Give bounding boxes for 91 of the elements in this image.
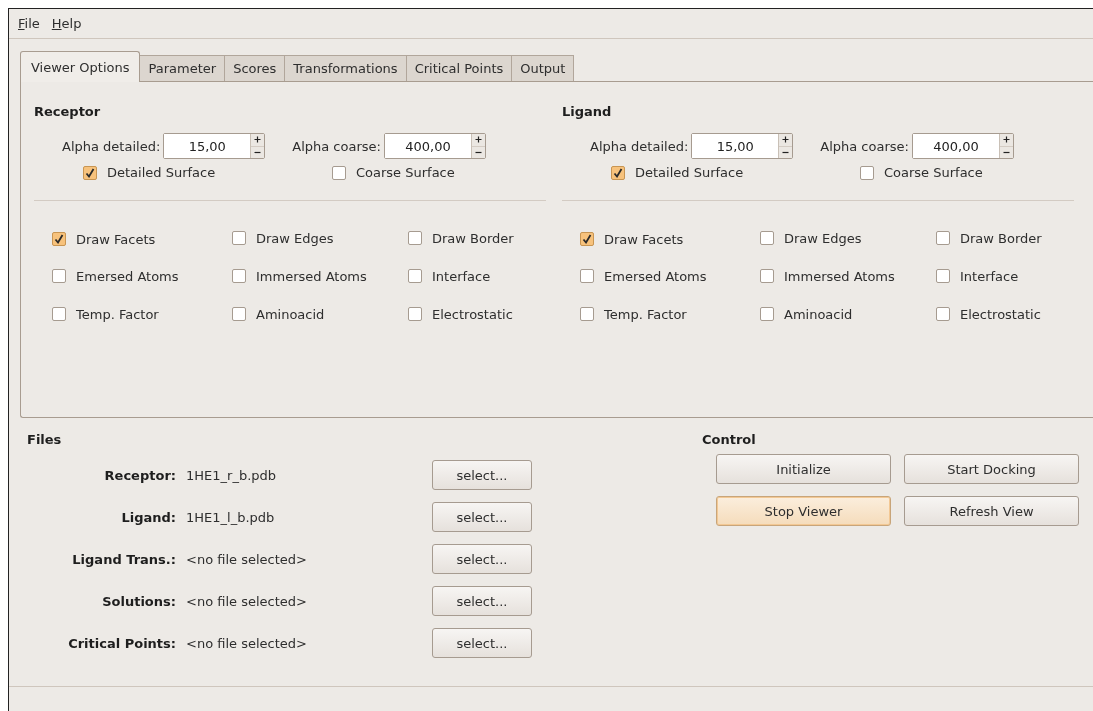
select-button[interactable]: select... [432, 460, 532, 490]
checkbox[interactable]: Electrostatic [936, 306, 1041, 322]
section-heading: Ligand [562, 104, 613, 119]
section-heading: Receptor [34, 104, 102, 119]
checkbox-indicator[interactable] [580, 307, 594, 322]
field-label: Receptor: [103, 467, 176, 483]
checkbox[interactable]: Draw Edges [760, 230, 862, 246]
checkbox[interactable]: Immersed Atoms [232, 268, 367, 284]
checkbox[interactable]: Detailed Surface [611, 165, 744, 180]
file-name: 1HE1_r_b.pdb [186, 467, 278, 483]
field-label: Alpha coarse: [820, 138, 909, 154]
checkbox[interactable]: Emersed Atoms [580, 268, 707, 284]
checkbox-indicator[interactable] [232, 307, 246, 322]
checkbox-indicator[interactable] [332, 165, 346, 180]
checkbox[interactable]: Electrostatic [408, 306, 513, 322]
field-label: Ligand: [120, 509, 176, 525]
control-button[interactable]: Start Docking [904, 454, 1079, 484]
checkbox-indicator[interactable] [83, 165, 97, 180]
checkbox-indicator[interactable] [580, 269, 594, 284]
file-name: <no file selected> [186, 551, 308, 567]
menu-item[interactable]: File [12, 16, 46, 31]
field-label: Critical Points: [67, 635, 176, 651]
checkbox-indicator[interactable] [936, 231, 950, 246]
select-button[interactable]: select... [432, 502, 532, 532]
checkbox[interactable]: Draw Edges [232, 230, 334, 246]
checkbox-indicator[interactable] [232, 231, 246, 246]
field-label: Solutions: [101, 593, 176, 609]
plus-icon [782, 136, 790, 144]
checkbox[interactable]: Draw Facets [52, 231, 156, 247]
checkbox[interactable]: Draw Facets [580, 231, 684, 247]
select-button[interactable]: select... [432, 544, 532, 574]
tab[interactable]: Viewer Options [20, 51, 141, 82]
tab[interactable]: Transformations [284, 55, 407, 81]
section-heading: Control [702, 432, 757, 447]
checkbox-indicator[interactable] [52, 269, 66, 284]
checkbox-indicator[interactable] [52, 232, 66, 247]
spin-box[interactable]: 15,00 [691, 133, 794, 159]
checkbox-indicator[interactable] [611, 165, 625, 180]
field-label: Alpha detailed: [62, 138, 161, 154]
checkbox[interactable]: Interface [936, 268, 1019, 284]
tab[interactable]: Scores [224, 55, 286, 81]
checkbox-indicator[interactable] [408, 269, 422, 284]
checkbox[interactable]: Draw Border [408, 230, 514, 246]
checkbox-indicator[interactable] [760, 231, 774, 246]
tab[interactable]: Parameter [139, 55, 226, 81]
checkbox[interactable]: Coarse Surface [332, 165, 455, 180]
file-name: 1HE1_l_b.pdb [186, 509, 276, 525]
spin-box[interactable]: 400,00 [383, 133, 486, 159]
control-button[interactable]: Refresh View [904, 496, 1079, 526]
minus-icon [474, 150, 482, 154]
checkbox-indicator[interactable] [760, 307, 774, 322]
checkbox-indicator[interactable] [760, 269, 774, 284]
field-label: Ligand Trans.: [71, 551, 176, 567]
spin-box[interactable]: 15,00 [163, 133, 266, 159]
plus-icon [1002, 136, 1010, 144]
menu-item[interactable]: Help [45, 16, 88, 31]
checkbox-indicator[interactable] [580, 232, 594, 247]
minus-icon [782, 150, 790, 154]
minus-icon [254, 150, 262, 154]
checkbox-indicator[interactable] [408, 307, 422, 322]
control-button[interactable]: Stop Viewer [716, 496, 891, 526]
checkbox-indicator[interactable] [860, 165, 874, 180]
checkbox-indicator[interactable] [936, 307, 950, 322]
checkbox[interactable]: Draw Border [936, 230, 1042, 246]
select-button[interactable]: select... [432, 586, 532, 616]
checkbox[interactable]: Coarse Surface [860, 165, 983, 180]
plus-icon [474, 136, 482, 144]
tab[interactable]: Output [511, 55, 575, 81]
checkbox[interactable]: Aminoacid [760, 306, 853, 322]
plus-icon [254, 136, 262, 144]
select-button[interactable]: select... [432, 628, 532, 658]
spin-box[interactable]: 400,00 [911, 133, 1014, 159]
checkbox[interactable]: Emersed Atoms [52, 268, 179, 284]
section-heading: Files [27, 432, 63, 447]
field-label: Alpha detailed: [590, 138, 689, 154]
tab[interactable]: Critical Points [405, 55, 513, 81]
control-button[interactable]: Initialize [716, 454, 891, 484]
file-name: <no file selected> [186, 635, 308, 651]
checkbox-indicator[interactable] [936, 269, 950, 284]
checkbox-indicator[interactable] [232, 269, 246, 284]
checkbox[interactable]: Immersed Atoms [760, 268, 895, 284]
checkbox-indicator[interactable] [52, 307, 66, 322]
checkbox[interactable]: Detailed Surface [83, 165, 216, 180]
field-label: Alpha coarse: [292, 138, 381, 154]
checkbox[interactable]: Temp. Factor [52, 306, 159, 322]
checkbox[interactable]: Aminoacid [232, 306, 325, 322]
minus-icon [1002, 150, 1010, 154]
checkbox[interactable]: Temp. Factor [580, 306, 687, 322]
checkbox-indicator[interactable] [408, 231, 422, 246]
file-name: <no file selected> [186, 593, 308, 609]
checkbox[interactable]: Interface [408, 268, 491, 284]
